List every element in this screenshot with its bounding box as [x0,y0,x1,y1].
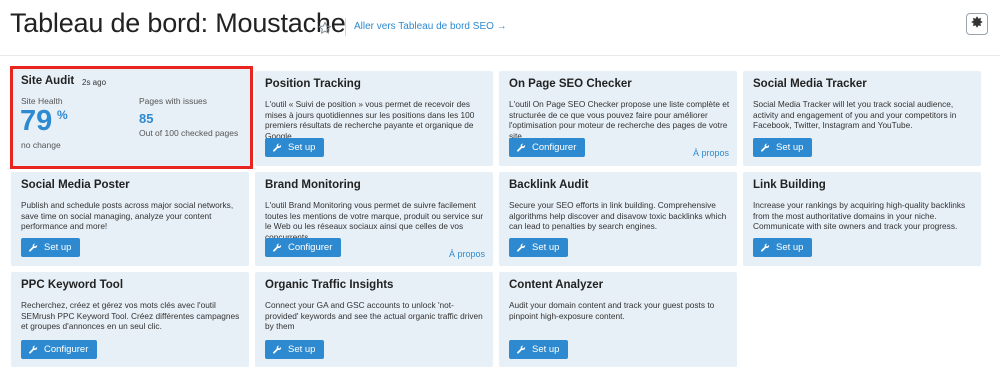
site-audit-card[interactable]: Site Audit 2s ago Site Health 79 % no ch… [10,66,253,169]
organic-traffic-insights-card: Organic Traffic Insights Connect your GA… [255,272,493,367]
about-link[interactable]: À propos [449,249,485,259]
link-building-card: Link Building Increase your rankings by … [743,172,981,266]
pages-with-issues-value[interactable]: 85 [139,111,153,126]
pages-with-issues-label: Pages with issues [139,96,208,106]
card-description: Secure your SEO efforts in link building… [509,200,727,232]
card-title: Backlink Audit [509,179,589,191]
page-title: Tableau de bord: Moustache [10,8,346,38]
dashboard-header: Tableau de bord: Moustache Aller vers Ta… [0,0,1000,55]
setup-button[interactable]: Set up [21,238,81,257]
setup-button[interactable]: Set up [265,340,325,359]
setup-button[interactable]: Set up [509,238,569,257]
gear-icon [970,15,984,34]
wrench-icon [517,345,526,354]
card-description: L'outil On Page SEO Checker propose une … [509,99,730,141]
seo-dashboard-link[interactable]: Aller vers Tableau de bord SEO → [354,21,507,32]
social-media-tracker-card: Social Media Tracker Social Media Tracke… [743,71,981,166]
site-health-unit: % [57,108,68,122]
card-description: L'outil « Suivi de position » vous perme… [265,99,475,141]
card-title: Position Tracking [265,78,361,90]
card-title: Link Building [753,179,826,191]
star-icon[interactable] [318,21,332,35]
card-title: Content Analyzer [509,279,604,291]
card-title: Brand Monitoring [265,179,361,191]
card-title: On Page SEO Checker [509,78,632,90]
settings-button[interactable] [966,13,988,35]
card-title: Organic Traffic Insights [265,279,394,291]
card-description: Recherchez, créez et gérez vos mots clés… [21,300,240,332]
wrench-icon [273,143,282,152]
card-title[interactable]: Site Audit [21,75,74,87]
wrench-icon [517,143,526,152]
card-title: Social Media Poster [21,179,130,191]
wrench-icon [761,243,770,252]
wrench-icon [29,345,38,354]
configure-button[interactable]: Configurer [21,340,98,359]
content-analyzer-card: Content Analyzer Audit your domain conte… [499,272,737,367]
card-description: Connect your GA and GSC accounts to unlo… [265,300,483,332]
card-title: Social Media Tracker [753,78,867,90]
wrench-icon [761,143,770,152]
setup-button[interactable]: Set up [753,238,813,257]
audit-timestamp: 2s ago [82,78,107,87]
setup-button[interactable]: Set up [265,138,325,157]
about-link[interactable]: À propos [693,148,729,158]
site-health-change: no change [21,140,61,150]
site-health-value[interactable]: 79 [20,105,52,137]
configure-button[interactable]: Configurer [265,238,342,257]
card-description: Audit your domain content and track your… [509,300,715,321]
setup-button[interactable]: Set up [509,340,569,359]
wrench-icon [273,243,282,252]
header-separator [0,55,1000,56]
card-description: Increase your rankings by acquiring high… [753,200,966,232]
backlink-audit-card: Backlink Audit Secure your SEO efforts i… [499,172,737,266]
wrench-icon [517,243,526,252]
social-media-poster-card: Social Media Poster Publish and schedule… [11,172,249,266]
wrench-icon [273,345,282,354]
on-page-seo-checker-card: On Page SEO Checker L'outil On Page SEO … [499,71,737,166]
card-description: L'outil Brand Monitoring vous permet de … [265,200,484,242]
card-description: Publish and schedule posts across major … [21,200,234,232]
brand-monitoring-card: Brand Monitoring L'outil Brand Monitorin… [255,172,493,266]
card-title: PPC Keyword Tool [21,279,124,291]
checked-pages-note: Out of 100 checked pages [139,128,239,138]
card-description: Social Media Tracker will let you track … [753,99,957,131]
wrench-icon [29,243,38,252]
configure-button[interactable]: Configurer [509,138,586,157]
setup-button[interactable]: Set up [753,138,813,157]
ppc-keyword-tool-card: PPC Keyword Tool Recherchez, créez et gé… [11,272,249,367]
position-tracking-card: Position Tracking L'outil « Suivi de pos… [255,71,493,166]
header-divider [345,18,346,36]
